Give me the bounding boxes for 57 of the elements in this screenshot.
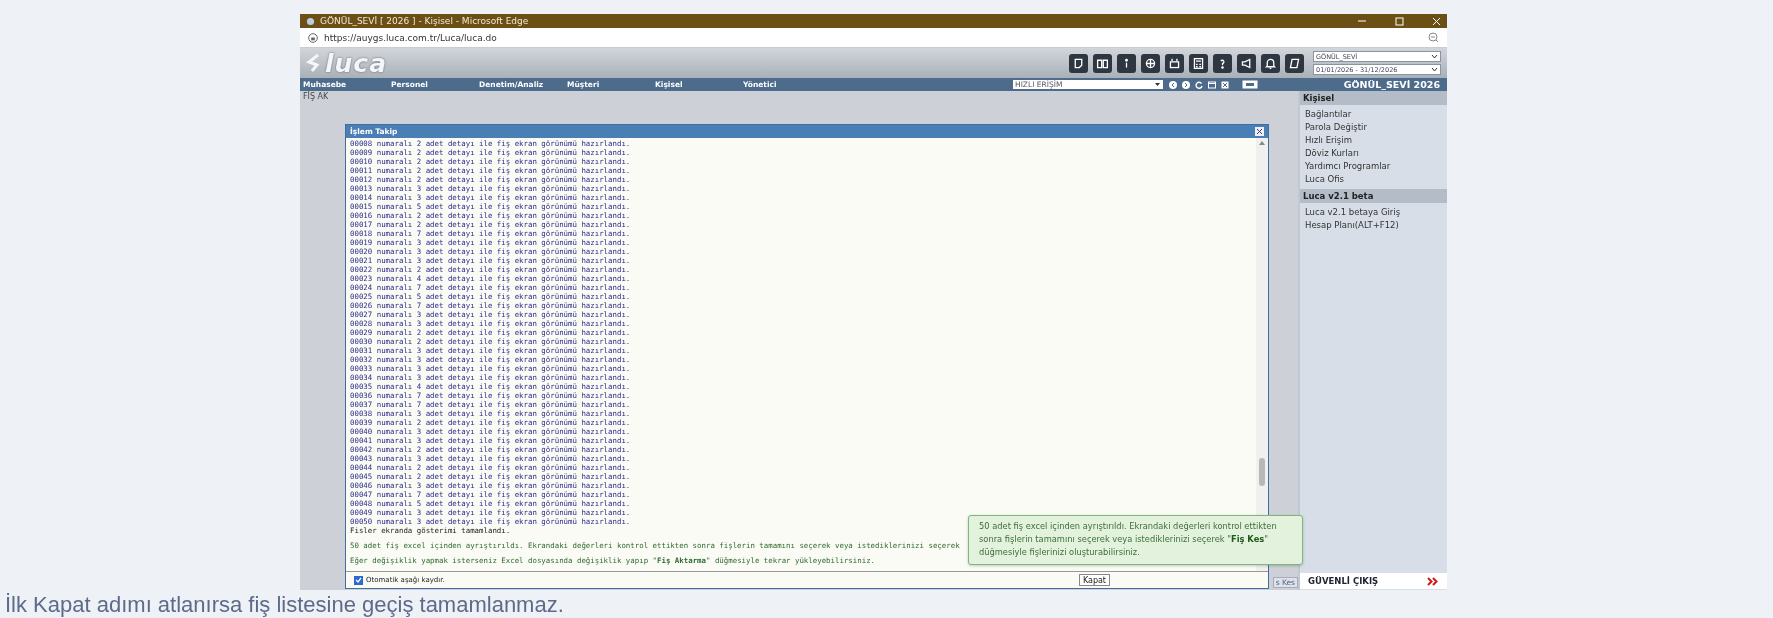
- dialog-close-button[interactable]: [1255, 127, 1264, 136]
- minimize-icon[interactable]: [1357, 17, 1367, 25]
- back-icon[interactable]: [1169, 80, 1177, 89]
- globe-button[interactable]: [1141, 53, 1160, 73]
- caret-icon: [1431, 67, 1438, 72]
- help-button[interactable]: [1213, 53, 1232, 73]
- double-chevron-icon: [1427, 576, 1439, 586]
- caret-icon: [1154, 82, 1161, 87]
- address-url[interactable]: https://auygs.luca.com.tr/Luca/luca.do: [324, 32, 497, 43]
- hint-text: 50 adet fiş excel içinden ayrıştırıldı. Ekrandaki değerleri kontrol ettikten sonra fişlerin tamamını seçerek veya istediklerinizi seçerek "Fiş Kes" düğmesiyle fişlerinizi oluşturabilirsiniz.: [979, 520, 1278, 559]
- book-button[interactable]: [1093, 53, 1112, 73]
- sidebar-link[interactable]: Bağlantılar: [1300, 107, 1447, 120]
- auto-scroll-checkbox[interactable]: [354, 575, 363, 585]
- megaphone-icon: [1240, 56, 1253, 70]
- screen-icon[interactable]: [1242, 80, 1258, 89]
- calculator-button[interactable]: [1189, 53, 1208, 73]
- sidebar-link[interactable]: Hesap Planı(ALT+F12): [1300, 218, 1447, 231]
- logo-text: luca: [325, 48, 388, 78]
- bell-button[interactable]: [1261, 53, 1280, 73]
- close-icon: [1256, 128, 1263, 135]
- notebook-icon: [1288, 56, 1301, 70]
- sidebar-link[interactable]: Yardımcı Programlar: [1300, 159, 1447, 172]
- globe-icon: [1144, 56, 1157, 70]
- maximize-icon[interactable]: [1395, 16, 1404, 26]
- section-header: Luca v2.1 beta: [1300, 189, 1447, 203]
- window-icon[interactable]: [1208, 80, 1216, 89]
- tab-label[interactable]: FİŞ AK: [303, 92, 329, 101]
- logo-mark-icon: [306, 53, 320, 73]
- zoom-icon[interactable]: [1428, 32, 1439, 43]
- close-button[interactable]: Kapat: [1078, 574, 1110, 586]
- info-button[interactable]: [1117, 53, 1136, 73]
- caret-icon: [1431, 54, 1438, 59]
- megaphone-button[interactable]: [1237, 53, 1256, 73]
- bell-icon: [1264, 56, 1277, 70]
- sidebar-link[interactable]: Luca v2.1 betaya Giriş: [1300, 205, 1447, 218]
- close-icon[interactable]: [1432, 16, 1441, 26]
- lock-icon: [308, 32, 318, 43]
- company-year: GÖNÜL_SEVİ 2026: [1343, 79, 1441, 90]
- note-button[interactable]: [1069, 53, 1088, 73]
- section-header: Kişisel: [1300, 91, 1447, 105]
- refresh-icon[interactable]: [1195, 80, 1203, 89]
- scroll-up-icon[interactable]: [1259, 141, 1265, 145]
- check-icon: [355, 577, 362, 583]
- sidebar-link[interactable]: Döviz Kurları: [1300, 146, 1447, 159]
- sidebar-link[interactable]: Hızlı Erişim: [1300, 133, 1447, 146]
- logout-button[interactable]: GÜVENLİ ÇIKIŞ: [1300, 573, 1447, 589]
- scroll-thumb[interactable]: [1259, 458, 1265, 486]
- browser-tab-icon: [306, 16, 315, 26]
- sidebar-link[interactable]: Luca Ofis: [1300, 172, 1447, 185]
- notebook-button[interactable]: [1285, 53, 1304, 73]
- calculator-icon: [1192, 56, 1205, 70]
- caption-text: İlk Kapat adımı atlanırsa fiş listesine geçiş tamamlanmaz.: [5, 592, 564, 617]
- sidebar-link[interactable]: Parola Değiştir: [1300, 120, 1447, 133]
- note-icon: [1072, 56, 1085, 70]
- close-icon[interactable]: [1221, 80, 1229, 89]
- forward-icon[interactable]: [1182, 80, 1190, 89]
- window-title: GÖNÜL_SEVİ [ 2026 ] - Kişisel - Microsoft Edge: [320, 16, 529, 26]
